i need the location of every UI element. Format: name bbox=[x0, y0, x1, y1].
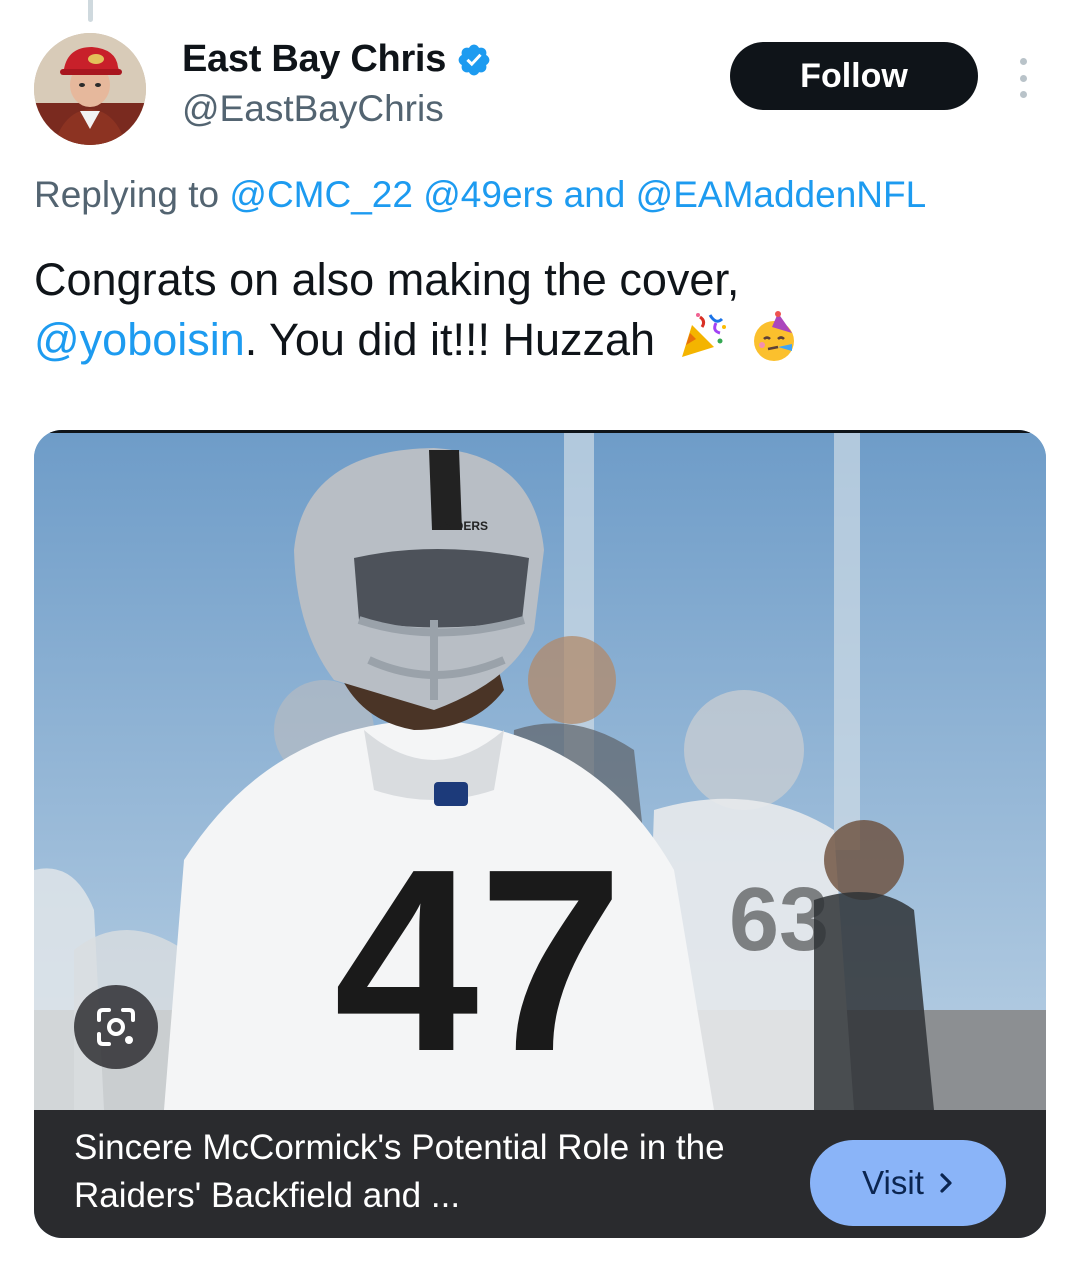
party-popper-icon bbox=[681, 313, 726, 357]
link-card-title[interactable]: Sincere McCormick's Potential Role in th… bbox=[74, 1124, 774, 1220]
avatar[interactable] bbox=[34, 33, 146, 145]
author-display-name[interactable]: East Bay Chris bbox=[182, 38, 446, 81]
mention-yoboisin[interactable]: @yoboisin bbox=[34, 314, 245, 365]
tweet-text-line2: . You did it!!! Huzzah bbox=[244, 314, 656, 365]
chevron-right-icon bbox=[940, 1173, 952, 1193]
svg-text:RAIDERS: RAIDERS bbox=[434, 519, 488, 533]
verified-badge-icon[interactable] bbox=[456, 42, 492, 78]
follow-button[interactable]: Follow bbox=[730, 42, 978, 110]
link-preview-card[interactable]: 63 47 RAIDERS Sincere McCormick's Potent… bbox=[34, 430, 1046, 1238]
card-top-border bbox=[34, 430, 1046, 433]
visit-button[interactable]: Visit bbox=[810, 1140, 1006, 1226]
visit-label: Visit bbox=[862, 1164, 924, 1201]
replying-to-label: Replying to bbox=[34, 174, 220, 215]
author-handle[interactable]: @EastBayChris bbox=[182, 88, 444, 130]
profile-photo-icon bbox=[34, 33, 146, 145]
google-lens-icon[interactable] bbox=[74, 985, 158, 1069]
tweet-text: Congrats on also making the cover, @yobo… bbox=[34, 250, 1034, 370]
thread-connector-line bbox=[88, 0, 93, 22]
replying-to-line: Replying to @CMC_22 @49ers and @EAMadden… bbox=[34, 174, 926, 216]
author-name-row: East Bay Chris bbox=[182, 38, 492, 81]
mention-cmc22[interactable]: @CMC_22 bbox=[229, 174, 413, 215]
partying-face-icon bbox=[754, 311, 795, 361]
tweet-text-line1: Congrats on also making the cover, bbox=[34, 254, 740, 305]
mention-eamaddennfl[interactable]: @EAMaddenNFL bbox=[636, 174, 927, 215]
more-vertical-icon[interactable] bbox=[1014, 58, 1032, 98]
raiders-player-photo[interactable]: 63 47 RAIDERS bbox=[34, 430, 1046, 1110]
svg-text:47: 47 bbox=[334, 816, 623, 1106]
reply-joiner: and bbox=[563, 174, 626, 215]
link-card-footer[interactable]: Sincere McCormick's Potential Role in th… bbox=[34, 1110, 1046, 1238]
mention-49ers[interactable]: @49ers bbox=[423, 174, 553, 215]
